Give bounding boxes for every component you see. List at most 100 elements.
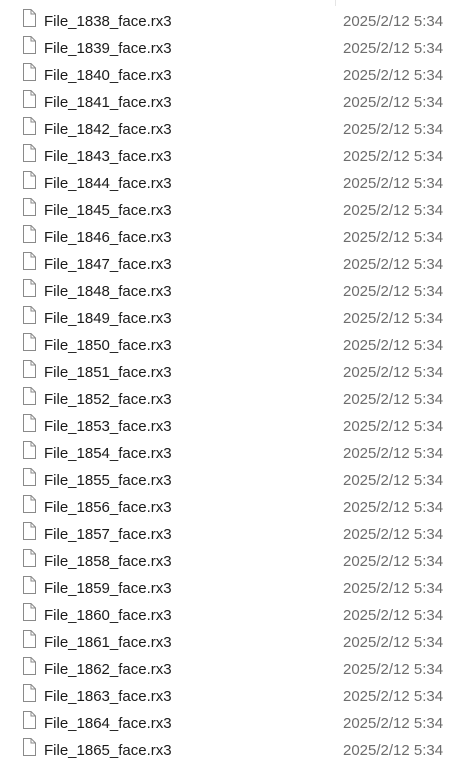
file-row[interactable]: File_1852_face.rx3 2025/2/12 5:34 xyxy=(0,387,464,414)
file-name: File_1865_face.rx3 xyxy=(44,742,172,759)
file-row[interactable]: File_1838_face.rx3 2025/2/12 5:34 xyxy=(0,9,464,36)
file-name: File_1862_face.rx3 xyxy=(44,661,172,678)
file-row[interactable]: File_1861_face.rx3 2025/2/12 5:34 xyxy=(0,630,464,657)
file-modified-date: 2025/2/12 5:34 xyxy=(343,580,444,597)
file-name: File_1839_face.rx3 xyxy=(44,40,172,57)
file-row[interactable]: File_1841_face.rx3 2025/2/12 5:34 xyxy=(0,90,464,117)
file-name: File_1856_face.rx3 xyxy=(44,499,172,516)
document-icon xyxy=(22,441,36,459)
file-name: File_1859_face.rx3 xyxy=(44,580,172,597)
document-icon xyxy=(22,171,36,189)
file-row[interactable]: File_1862_face.rx3 2025/2/12 5:34 xyxy=(0,657,464,684)
file-name: File_1847_face.rx3 xyxy=(44,256,172,273)
file-modified-date: 2025/2/12 5:34 xyxy=(343,661,444,678)
file-modified-date: 2025/2/12 5:34 xyxy=(343,634,444,651)
file-modified-date: 2025/2/12 5:34 xyxy=(343,94,444,111)
file-name: File_1838_face.rx3 xyxy=(44,13,172,30)
file-row[interactable]: File_1865_face.rx3 2025/2/12 5:34 xyxy=(0,738,464,765)
document-icon xyxy=(22,630,36,648)
file-modified-date: 2025/2/12 5:34 xyxy=(343,715,444,732)
file-name: File_1854_face.rx3 xyxy=(44,445,172,462)
document-icon xyxy=(22,333,36,351)
document-icon xyxy=(22,90,36,108)
document-icon xyxy=(22,225,36,243)
file-row[interactable]: File_1863_face.rx3 2025/2/12 5:34 xyxy=(0,684,464,711)
file-modified-date: 2025/2/12 5:34 xyxy=(343,742,444,759)
document-icon xyxy=(22,360,36,378)
column-divider[interactable] xyxy=(335,0,336,6)
file-row[interactable]: File_1864_face.rx3 2025/2/12 5:34 xyxy=(0,711,464,738)
file-modified-date: 2025/2/12 5:34 xyxy=(343,148,444,165)
file-name: File_1843_face.rx3 xyxy=(44,148,172,165)
file-row[interactable]: File_1859_face.rx3 2025/2/12 5:34 xyxy=(0,576,464,603)
file-modified-date: 2025/2/12 5:34 xyxy=(343,229,444,246)
file-row[interactable]: File_1844_face.rx3 2025/2/12 5:34 xyxy=(0,171,464,198)
file-name: File_1844_face.rx3 xyxy=(44,175,172,192)
file-row[interactable]: File_1845_face.rx3 2025/2/12 5:34 xyxy=(0,198,464,225)
document-icon xyxy=(22,9,36,27)
file-modified-date: 2025/2/12 5:34 xyxy=(343,202,444,219)
file-name: File_1842_face.rx3 xyxy=(44,121,172,138)
file-name: File_1840_face.rx3 xyxy=(44,67,172,84)
file-modified-date: 2025/2/12 5:34 xyxy=(343,13,444,30)
file-row[interactable]: File_1848_face.rx3 2025/2/12 5:34 xyxy=(0,279,464,306)
document-icon xyxy=(22,252,36,270)
file-modified-date: 2025/2/12 5:34 xyxy=(343,283,444,300)
document-icon xyxy=(22,279,36,297)
file-modified-date: 2025/2/12 5:34 xyxy=(343,445,444,462)
file-name: File_1858_face.rx3 xyxy=(44,553,172,570)
file-row[interactable]: File_1839_face.rx3 2025/2/12 5:34 xyxy=(0,36,464,63)
document-icon xyxy=(22,711,36,729)
document-icon xyxy=(22,306,36,324)
file-modified-date: 2025/2/12 5:34 xyxy=(343,337,444,354)
file-row[interactable]: File_1853_face.rx3 2025/2/12 5:34 xyxy=(0,414,464,441)
file-modified-date: 2025/2/12 5:34 xyxy=(343,364,444,381)
file-name: File_1849_face.rx3 xyxy=(44,310,172,327)
file-name: File_1860_face.rx3 xyxy=(44,607,172,624)
file-modified-date: 2025/2/12 5:34 xyxy=(343,256,444,273)
file-row[interactable]: File_1858_face.rx3 2025/2/12 5:34 xyxy=(0,549,464,576)
file-name: File_1855_face.rx3 xyxy=(44,472,172,489)
file-row[interactable]: File_1857_face.rx3 2025/2/12 5:34 xyxy=(0,522,464,549)
document-icon xyxy=(22,387,36,405)
file-row[interactable]: File_1850_face.rx3 2025/2/12 5:34 xyxy=(0,333,464,360)
file-modified-date: 2025/2/12 5:34 xyxy=(343,553,444,570)
file-name: File_1846_face.rx3 xyxy=(44,229,172,246)
document-icon xyxy=(22,603,36,621)
file-name: File_1841_face.rx3 xyxy=(44,94,172,111)
document-icon xyxy=(22,414,36,432)
file-name: File_1857_face.rx3 xyxy=(44,526,172,543)
document-icon xyxy=(22,684,36,702)
file-name: File_1851_face.rx3 xyxy=(44,364,172,381)
file-row[interactable]: File_1856_face.rx3 2025/2/12 5:34 xyxy=(0,495,464,522)
file-modified-date: 2025/2/12 5:34 xyxy=(343,418,444,435)
file-row[interactable]: File_1849_face.rx3 2025/2/12 5:34 xyxy=(0,306,464,333)
file-name: File_1850_face.rx3 xyxy=(44,337,172,354)
document-icon xyxy=(22,117,36,135)
file-row[interactable]: File_1854_face.rx3 2025/2/12 5:34 xyxy=(0,441,464,468)
file-modified-date: 2025/2/12 5:34 xyxy=(343,526,444,543)
document-icon xyxy=(22,468,36,486)
file-row[interactable]: File_1840_face.rx3 2025/2/12 5:34 xyxy=(0,63,464,90)
file-row[interactable]: File_1851_face.rx3 2025/2/12 5:34 xyxy=(0,360,464,387)
file-row[interactable]: File_1843_face.rx3 2025/2/12 5:34 xyxy=(0,144,464,171)
document-icon xyxy=(22,36,36,54)
file-list: File_1838_face.rx3 2025/2/12 5:34 File_1… xyxy=(0,9,464,765)
document-icon xyxy=(22,522,36,540)
file-name: File_1861_face.rx3 xyxy=(44,634,172,651)
document-icon xyxy=(22,576,36,594)
document-icon xyxy=(22,63,36,81)
file-row[interactable]: File_1847_face.rx3 2025/2/12 5:34 xyxy=(0,252,464,279)
file-row[interactable]: File_1846_face.rx3 2025/2/12 5:34 xyxy=(0,225,464,252)
file-name: File_1848_face.rx3 xyxy=(44,283,172,300)
document-icon xyxy=(22,549,36,567)
file-modified-date: 2025/2/12 5:34 xyxy=(343,607,444,624)
file-row[interactable]: File_1855_face.rx3 2025/2/12 5:34 xyxy=(0,468,464,495)
file-modified-date: 2025/2/12 5:34 xyxy=(343,310,444,327)
file-row[interactable]: File_1842_face.rx3 2025/2/12 5:34 xyxy=(0,117,464,144)
file-row[interactable]: File_1860_face.rx3 2025/2/12 5:34 xyxy=(0,603,464,630)
file-modified-date: 2025/2/12 5:34 xyxy=(343,688,444,705)
file-name: File_1852_face.rx3 xyxy=(44,391,172,408)
document-icon xyxy=(22,495,36,513)
file-modified-date: 2025/2/12 5:34 xyxy=(343,391,444,408)
